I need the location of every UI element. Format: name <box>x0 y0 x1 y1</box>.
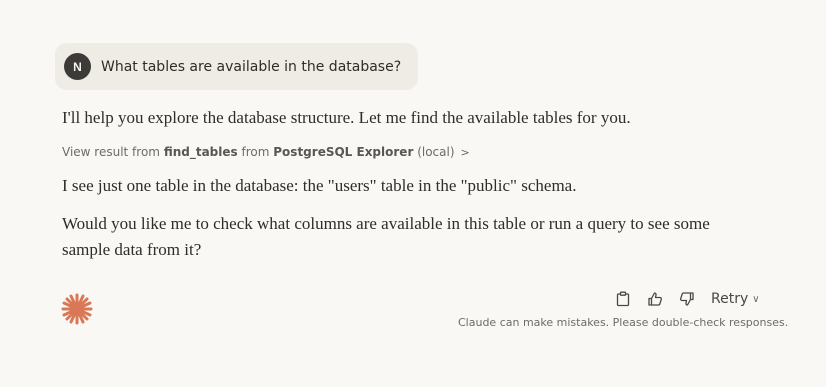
retry-label: Retry <box>711 291 749 307</box>
user-message-bubble: N What tables are available in the datab… <box>55 43 418 90</box>
retry-button[interactable]: Retry ∨ <box>711 291 760 307</box>
clipboard-icon[interactable] <box>612 288 634 310</box>
disclaimer-text: Claude can make mistakes. Please double-… <box>458 316 789 329</box>
chat-page: N What tables are available in the datab… <box>0 0 826 387</box>
message-actions: Retry ∨ <box>612 288 760 310</box>
thumbs-down-icon[interactable] <box>676 288 698 310</box>
tool-server-name: PostgreSQL Explorer <box>273 145 414 159</box>
tool-from-word: from <box>241 145 270 159</box>
tool-location: (local) <box>417 145 455 159</box>
assistant-followup-text: Would you like me to check what columns … <box>62 214 710 259</box>
assistant-intro-text: I'll help you explore the database struc… <box>62 108 631 127</box>
user-message-text: What tables are available in the databas… <box>101 58 402 75</box>
thumbs-up-icon[interactable] <box>644 288 666 310</box>
tool-result-prefix: View result from <box>62 145 160 159</box>
assistant-result-text: I see just one table in the database: th… <box>62 176 577 195</box>
user-avatar: N <box>64 53 91 80</box>
chevron-down-icon: ∨ <box>752 293 760 305</box>
claude-logo-icon <box>61 293 93 325</box>
tool-result-link[interactable]: View result from find_tables from Postgr… <box>62 145 470 159</box>
tool-name: find_tables <box>163 145 238 159</box>
chevron-right-icon: > <box>460 145 470 159</box>
